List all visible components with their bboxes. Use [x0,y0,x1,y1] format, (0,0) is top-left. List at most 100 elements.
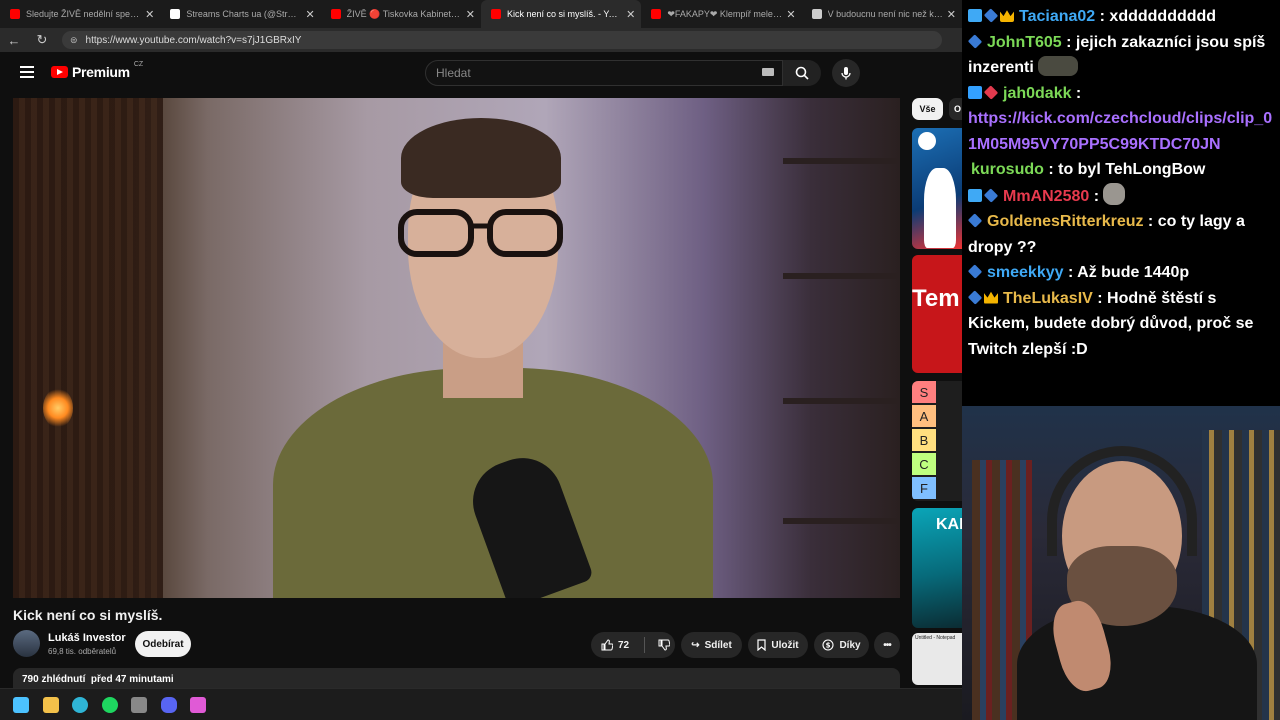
chat-message: smeekkyy : Až bude 1440p [967,260,1276,286]
browser-tab[interactable]: ŽIVĚ 🔴 Tiskovka Kabinetu budou ✕ [321,0,481,28]
chat-badge-icon [968,9,982,22]
like-dislike-group: 72 [591,632,675,658]
chat-username[interactable]: JohnT605 [987,34,1062,51]
logo-text: Premium [72,64,130,80]
chat-separator: : [1092,289,1108,307]
discord-icon[interactable] [160,697,177,713]
edge-icon[interactable] [72,697,88,713]
voice-search-button[interactable] [832,59,860,87]
chat-link[interactable]: https://kick.com/czechcloud/clips/clip_0… [968,110,1272,153]
chat-separator: : [1089,187,1104,205]
svg-text:$: $ [826,642,831,650]
tier-label: A [912,405,936,427]
close-tab-icon[interactable]: ✕ [145,8,154,21]
youtube-logo[interactable]: Premium CZ [51,60,144,80]
chat-separator: : [1095,8,1110,25]
menu-icon[interactable] [20,66,34,78]
close-tab-icon[interactable]: ✕ [626,8,635,21]
save-label: Uložit [771,639,799,651]
search-button[interactable] [783,60,821,86]
chat-message: MmAN2580 : [968,182,1276,210]
headphones [1047,446,1197,556]
channel-avatar[interactable] [13,630,40,657]
chat-message: Taciana02 : xdddddddddd [968,4,1276,30]
thanks-button[interactable]: $ Díky [814,632,869,658]
like-button[interactable]: 72 [601,639,629,651]
browser-tab[interactable]: V budoucnu není nic než kulturní ✕ [802,0,962,28]
thumbnail-text: Untitled - Notepad [915,635,956,641]
chat-badge-icon [983,8,999,23]
chat-text: Až bude 1440p [1077,264,1190,281]
close-tab-icon[interactable]: ✕ [947,8,956,21]
site-info-icon[interactable]: ⊜ [70,35,78,46]
like-divider [644,637,646,653]
file-explorer-icon[interactable] [42,697,59,713]
chat-username[interactable]: MmAN2580 [1003,188,1089,205]
recommended-thumbnail[interactable] [912,128,962,249]
search-placeholder: Hledat [436,66,471,80]
search-input[interactable]: Hledat [425,60,783,86]
chat-badge-icon [967,289,983,305]
channel-name[interactable]: Lukáš Investor [48,632,126,644]
tab-label: Kick není co si myslíš. - YouTube [506,9,622,19]
video-player[interactable] [13,98,900,598]
more-horizontal-icon: ••• [883,639,891,651]
chat-username[interactable]: jah0dakk [1003,85,1071,102]
close-tab-icon[interactable]: ✕ [466,8,475,21]
recommended-thumbnail[interactable]: Untitled - Notepad [912,633,962,685]
windows-start-icon[interactable] [13,697,29,713]
country-code: CZ [133,60,144,68]
recommended-thumbnail-tierlist[interactable]: SABCF [912,381,962,501]
chat-username[interactable]: GoldenesRitterkreuz [987,213,1143,230]
obs-icon[interactable] [131,697,147,713]
keyboard-icon[interactable] [762,68,774,76]
tab-label: ❤FAKAPY❤ Klempíř mele hůř ja [667,8,782,19]
chat-username[interactable]: kurosudo [971,161,1044,178]
share-label: Sdílet [704,639,732,651]
description-box[interactable]: 790 zhlédnutí před 47 minutami [13,668,900,688]
recommended-thumbnail[interactable]: Tem [912,255,962,373]
chat-badge-icon [967,264,983,279]
browser-tab[interactable]: Kick není co si myslíš. - YouTube ✕ [480,0,642,28]
back-icon[interactable]: ← [0,33,28,48]
spotify-icon[interactable] [101,697,118,713]
video-frame-shelf [783,158,900,164]
thumbs-up-icon [601,639,613,651]
close-tab-icon[interactable]: ✕ [786,8,795,21]
chat-username[interactable]: Taciana02 [1019,8,1095,25]
chip-next[interactable]: O [949,98,962,120]
chat-badge-icon [983,187,999,203]
browser-tab[interactable]: Sledujte ŽIVĚ nedělní speciál se Š✕ [0,0,160,28]
chat-message: kurosudo : to byl TehLongBow [968,157,1276,183]
chat-badge-icon [984,291,998,304]
tab-label: ŽIVĚ 🔴 Tiskovka Kabinetu budou [346,8,462,19]
chat-text: to byl TehLongBow [1058,161,1206,178]
subscribe-button[interactable]: Odebírat [135,631,191,657]
tab-favicon-icon [490,9,501,19]
chat-message: GoldenesRitterkreuz : co ty lagy a dropy… [967,209,1276,260]
copilot-icon[interactable] [190,697,206,713]
save-button[interactable]: Uložit [748,632,808,658]
share-button[interactable]: ↪ Sdílet [681,632,742,658]
chat-badge-icon [967,33,983,49]
chat-message: JohnT605 : jejich zakazníci jsou spíš in… [967,30,1276,81]
tab-favicon-icon [10,9,20,19]
chat-username[interactable]: TheLukasIV [1003,290,1093,307]
video-frame-shelf [783,398,900,404]
browser-tab[interactable]: ❤FAKAPY❤ Klempíř mele hůř ja ✕ [641,0,801,28]
chat-username[interactable]: smeekkyy [987,264,1064,281]
views-and-time: 790 zhlédnutí před 47 minutami [22,674,174,685]
bookmark-icon [757,639,766,651]
video-frame-shelf [783,518,900,524]
thumbs-down-icon[interactable] [658,639,671,651]
search-icon [795,66,809,80]
tier-label: B [912,429,936,451]
more-actions-button[interactable]: ••• [874,632,900,658]
reload-icon[interactable]: ↻ [28,32,56,48]
chip-all[interactable]: Vše [912,98,943,120]
address-bar[interactable]: ⊜ https://www.youtube.com/watch?v=s7jJ1G… [62,31,942,49]
tab-favicon-icon [651,9,662,19]
close-tab-icon[interactable]: ✕ [305,8,314,21]
recommended-thumbnail[interactable]: KAM [912,508,962,628]
browser-tab[interactable]: Streams Charts ua (@StreamsChar ✕ [160,0,320,28]
